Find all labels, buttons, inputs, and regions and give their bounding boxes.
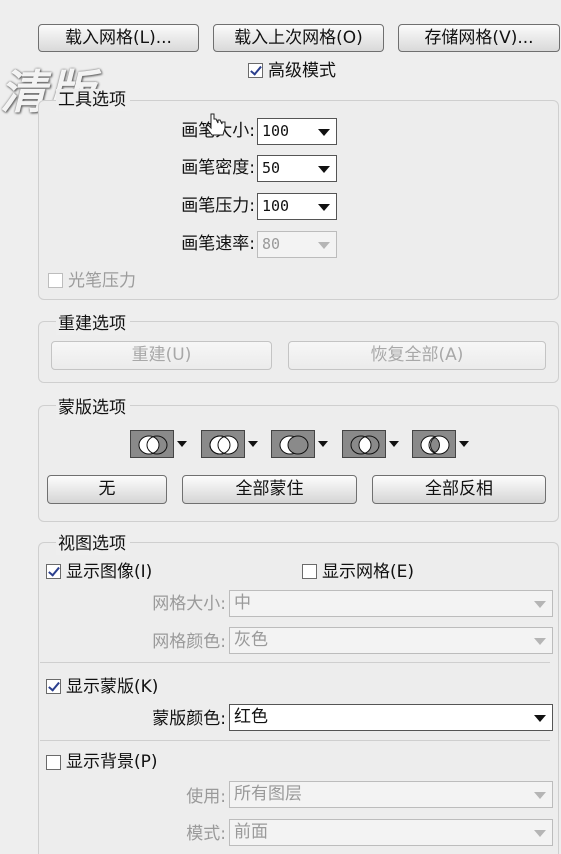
brush-size-select[interactable]: 100: [257, 118, 337, 145]
mesh-color-label: 网格颜色:: [152, 632, 226, 652]
brush-pressure-select[interactable]: 100: [257, 193, 337, 220]
stylus-pressure-label: 光笔压力: [68, 271, 136, 291]
show-image-label: 显示图像(I): [66, 562, 153, 582]
mask-color-select[interactable]: 红色: [229, 704, 553, 731]
brush-rate-label: 画笔速率:: [181, 234, 255, 254]
mask-color-label: 蒙版颜色:: [152, 709, 226, 729]
brush-density-select[interactable]: 50: [257, 155, 337, 182]
show-backdrop-checkbox[interactable]: [46, 755, 61, 770]
use-label: 使用:: [186, 787, 226, 807]
show-mask-label: 显示蒙版(K): [66, 677, 159, 697]
reconstruct-options-legend: 重建选项: [56, 313, 130, 335]
chevron-down-icon: [318, 166, 330, 173]
mode-value: 前面: [234, 822, 268, 842]
chevron-down-icon: [534, 638, 546, 645]
add-to-selection-button[interactable]: [201, 430, 259, 458]
use-select[interactable]: 所有图层: [229, 781, 553, 808]
mesh-size-select[interactable]: 中: [229, 590, 553, 617]
intersect-selection-button[interactable]: [342, 430, 400, 458]
restore-all-button[interactable]: 恢复全部(A): [288, 341, 546, 370]
advanced-mode-label: 高级模式: [268, 61, 336, 81]
mask-options-legend: 蒙版选项: [56, 397, 130, 419]
invert-selection-button[interactable]: [412, 430, 470, 458]
chevron-down-icon: [248, 441, 258, 447]
brush-rate-value: 80: [262, 235, 281, 253]
show-image-checkbox[interactable]: [46, 564, 61, 579]
view-options-legend: 视图选项: [56, 533, 130, 555]
show-mask-checkbox[interactable]: [46, 679, 61, 694]
mask-options-group: [38, 405, 559, 522]
tool-options-legend: 工具选项: [56, 89, 130, 111]
chevron-down-icon: [389, 441, 399, 447]
mode-select[interactable]: 前面: [229, 819, 553, 846]
mask-none-button[interactable]: 无: [47, 475, 167, 504]
chevron-down-icon: [318, 242, 330, 249]
add-to-selection-icon: [201, 430, 245, 458]
show-mesh-checkbox[interactable]: [302, 564, 317, 579]
mesh-size-value: 中: [234, 593, 251, 613]
intersect-selection-icon: [342, 430, 386, 458]
subtract-from-selection-button[interactable]: [271, 430, 329, 458]
subtract-from-selection-icon: [271, 430, 315, 458]
stylus-pressure-checkbox[interactable]: [48, 273, 63, 288]
brush-pressure-value: 100: [262, 197, 290, 215]
mesh-color-select[interactable]: 灰色: [229, 627, 553, 654]
chevron-down-icon: [534, 830, 546, 837]
mesh-color-value: 灰色: [234, 630, 268, 650]
brush-pressure-label: 画笔压力:: [181, 196, 255, 216]
mask-color-value: 红色: [234, 707, 268, 727]
chevron-down-icon: [318, 129, 330, 136]
replace-selection-icon: [130, 430, 174, 458]
chevron-down-icon: [177, 441, 187, 447]
advanced-mode-checkbox[interactable]: [248, 63, 263, 78]
show-mesh-label: 显示网格(E): [322, 562, 415, 582]
chevron-down-icon: [318, 441, 328, 447]
mask-all-button[interactable]: 全部蒙住: [182, 475, 357, 504]
brush-size-value: 100: [262, 122, 290, 140]
hand-cursor-icon: [205, 113, 226, 136]
brush-density-label: 画笔密度:: [181, 158, 255, 178]
invert-all-button[interactable]: 全部反相: [372, 475, 546, 504]
mesh-size-label: 网格大小:: [152, 594, 226, 614]
use-value: 所有图层: [234, 784, 302, 804]
mode-label: 模式:: [186, 824, 226, 844]
replace-selection-button[interactable]: [130, 430, 188, 458]
invert-selection-icon: [412, 430, 456, 458]
reconstruct-button[interactable]: 重建(U): [51, 341, 272, 370]
chevron-down-icon: [534, 601, 546, 608]
view-divider: [40, 740, 550, 741]
view-divider: [40, 662, 550, 663]
load-mesh-button[interactable]: 载入网格(L)...: [38, 24, 199, 52]
show-backdrop-label: 显示背景(P): [66, 752, 158, 772]
chevron-down-icon: [459, 441, 469, 447]
load-last-mesh-button[interactable]: 载入上次网格(O): [213, 24, 384, 52]
chevron-down-icon: [534, 715, 546, 722]
chevron-down-icon: [534, 792, 546, 799]
brush-rate-select[interactable]: 80: [257, 231, 337, 258]
brush-density-value: 50: [262, 159, 281, 177]
save-mesh-button[interactable]: 存储网格(V)...: [398, 24, 560, 52]
chevron-down-icon: [318, 204, 330, 211]
